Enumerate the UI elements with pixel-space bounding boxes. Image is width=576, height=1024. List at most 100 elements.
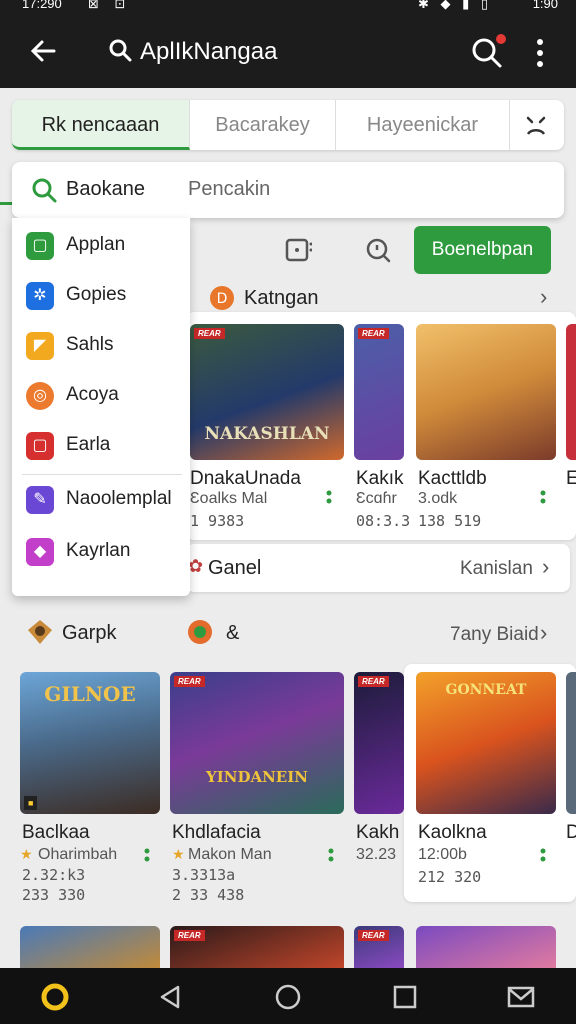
- game-thumbnail[interactable]: REAR NAKASHLAN: [190, 324, 344, 460]
- play-icon: ◤: [26, 332, 54, 360]
- more-icon[interactable]: [540, 490, 546, 506]
- tab-third[interactable]: Hayeenickar: [336, 100, 510, 150]
- game-thumbnail[interactable]: GILNOE ■: [20, 672, 160, 814]
- dropdown-item-label: Earla: [66, 434, 111, 455]
- more-icon[interactable]: [328, 848, 334, 864]
- game-logo-icon: [188, 620, 212, 644]
- game-stat: 2.32:k3: [22, 866, 86, 884]
- game-logo-icon: [28, 620, 52, 644]
- game-thumbnail[interactable]: [416, 926, 556, 968]
- dropdown-item-gopies[interactable]: ✲ Gopies: [12, 274, 190, 318]
- system-nav-bar: [0, 968, 576, 1024]
- rear-badge: REAR: [174, 676, 205, 687]
- notification-dot: [496, 34, 506, 44]
- dropdown-item-label: Sahls: [66, 334, 114, 355]
- dropdown-divider: [22, 474, 182, 475]
- section-title: Garpk: [62, 622, 117, 644]
- status-bar: 17:290 ⊠ ⊡ ✱ ◆ ▮ ▯ 1:90: [0, 0, 576, 14]
- category-row[interactable]: ✿ Ganel Kanislan ›: [186, 544, 570, 592]
- home-icon[interactable]: [273, 982, 303, 1012]
- game-title[interactable]: D: [566, 822, 576, 844]
- game-logo-text: GONNEAT: [445, 682, 527, 698]
- mail-icon[interactable]: [506, 982, 536, 1012]
- more-icon[interactable]: [540, 848, 546, 864]
- chevron-right-icon[interactable]: ›: [540, 284, 547, 310]
- dropdown-item-applan[interactable]: ▢ Applan: [12, 224, 190, 268]
- filter-icon[interactable]: [522, 112, 550, 140]
- search-icon: [109, 39, 132, 62]
- chevron-right-icon[interactable]: ›: [542, 554, 549, 580]
- game-title[interactable]: Kacttldb: [418, 468, 487, 490]
- game-icon: ✿: [188, 556, 204, 576]
- game-title[interactable]: Kakık: [356, 468, 404, 490]
- star-icon: ★: [172, 846, 185, 862]
- category-title: Ganel: [208, 557, 262, 579]
- notification-icons: ⊠ ⊡: [88, 0, 132, 11]
- search-chip[interactable]: Baokane: [66, 178, 145, 201]
- status-time: 17:290: [22, 0, 62, 11]
- see-more-link[interactable]: Kanislan: [460, 558, 533, 580]
- dropdown-item-naoolemplal[interactable]: ✎ Naoolemplal: [12, 478, 190, 522]
- search-input[interactable]: Pencakin: [188, 178, 270, 201]
- game-developer: 12:00b: [418, 846, 467, 863]
- game-thumbnail[interactable]: REAR: [354, 324, 404, 460]
- search-icon: [32, 178, 57, 203]
- more-icon[interactable]: [144, 848, 150, 864]
- see-more-link[interactable]: 7any Biaid: [450, 624, 539, 646]
- recents-icon[interactable]: [390, 982, 420, 1012]
- info-search-icon[interactable]: [364, 236, 392, 264]
- game-developer: Oharimbah: [38, 846, 118, 863]
- game-thumbnail[interactable]: REAR: [354, 672, 404, 814]
- layout-icon[interactable]: [284, 236, 312, 264]
- game-logo-text: YINDANEIN: [206, 768, 308, 786]
- rear-badge: REAR: [194, 328, 225, 339]
- game-thumbnail[interactable]: [566, 324, 576, 460]
- game-thumbnail[interactable]: REAR: [354, 926, 404, 968]
- dropdown-item-acoya[interactable]: ◎ Acoya: [12, 374, 190, 418]
- game-stat: 212 320: [418, 868, 482, 886]
- dropdown-item-label: Applan: [66, 234, 126, 255]
- chevron-right-icon[interactable]: ›: [540, 620, 547, 646]
- search-bar[interactable]: Baokane Pencakin: [12, 162, 564, 218]
- game-developer: Ɛoalks Mal: [190, 490, 268, 507]
- back-icon[interactable]: [156, 982, 186, 1012]
- game-developer: 3.odk: [418, 490, 458, 507]
- dropdown-item-label: Acoya: [66, 384, 119, 405]
- more-icon[interactable]: [326, 490, 332, 506]
- game-thumbnail[interactable]: REAR: [170, 926, 344, 968]
- game-stat: 138 519: [418, 512, 482, 530]
- game-stat: 1 9383: [190, 512, 245, 530]
- circle-icon: ◎: [26, 382, 54, 410]
- dropdown-item-label: Naoolemplal: [66, 488, 172, 509]
- game-title[interactable]: DnakaUnada: [190, 468, 301, 490]
- dropdown-item-kayrlan[interactable]: ◆ Kayrlan: [12, 530, 190, 574]
- game-stat: 233 330: [22, 886, 86, 904]
- game-thumbnail[interactable]: GONNEAT: [416, 672, 556, 814]
- dropdown-item-label: Gopies: [66, 284, 127, 305]
- game-thumbnail[interactable]: [416, 324, 556, 460]
- game-thumbnail[interactable]: REAR YINDANEIN: [170, 672, 344, 814]
- game-stat: 2 33 438: [172, 886, 245, 904]
- game-logo-text: GILNOE: [44, 682, 136, 706]
- category-dropdown: ▢ Applan ✲ Gopies ◤ Sahls ◎ Acoya ▢ Earl…: [12, 218, 190, 596]
- game-title[interactable]: Kakh: [356, 822, 399, 844]
- square-icon: ▢: [26, 432, 54, 460]
- game-title[interactable]: Baclkaa: [22, 822, 90, 844]
- game-thumbnail[interactable]: [20, 926, 160, 968]
- primary-action-button[interactable]: Boenelbpan: [414, 226, 551, 274]
- game-title[interactable]: E: [566, 468, 576, 490]
- back-arrow-icon[interactable]: [28, 36, 58, 66]
- svg-text:D: D: [217, 291, 228, 307]
- tab-search[interactable]: Rk nencaaan: [12, 100, 190, 150]
- more-options-icon[interactable]: [530, 36, 550, 70]
- app-bar: AplIkNangaa: [0, 14, 576, 88]
- app-home-icon[interactable]: [40, 982, 70, 1012]
- dropdown-item-earla[interactable]: ▢ Earla: [12, 424, 190, 468]
- game-thumbnail[interactable]: [566, 672, 576, 814]
- tab-second[interactable]: Bacarakey: [190, 100, 336, 150]
- dropdown-item-sahls[interactable]: ◤ Sahls: [12, 324, 190, 368]
- game-title[interactable]: Kaolkna: [418, 822, 487, 844]
- game-title[interactable]: Khdlafacia: [172, 822, 261, 844]
- rear-badge: REAR: [358, 930, 389, 941]
- rear-badge: REAR: [174, 930, 205, 941]
